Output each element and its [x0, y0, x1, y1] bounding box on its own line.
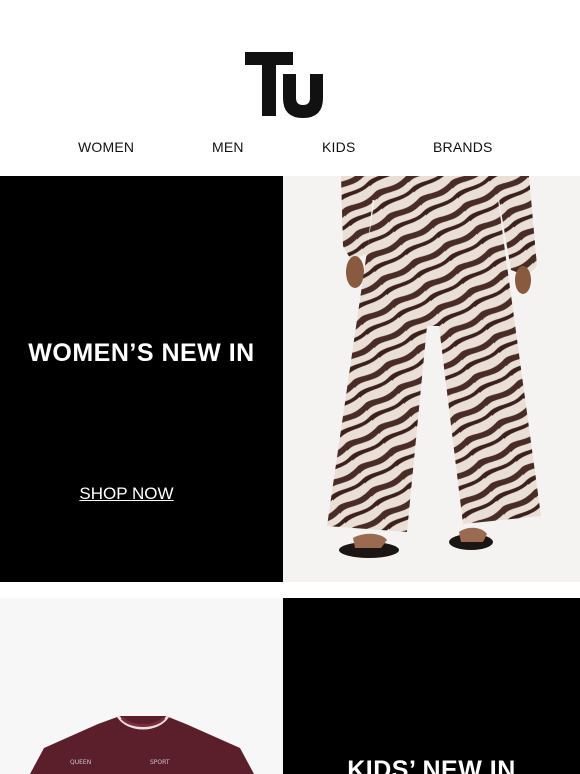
burgundy-sweatshirt-illustration: QUEEN SPORT	[0, 598, 283, 774]
svg-text:QUEEN: QUEEN	[70, 759, 91, 766]
tu-logo-mark	[245, 52, 323, 118]
nav-kids[interactable]: KIDS	[322, 139, 355, 155]
nav-women[interactable]: WOMEN	[78, 139, 134, 155]
section-spacer	[0, 582, 580, 598]
email-header: WOMEN MEN KIDS BRANDS	[0, 0, 580, 176]
womens-new-in-title: WOMEN’S NEW IN	[28, 339, 255, 367]
nav-men[interactable]: MEN	[212, 139, 244, 155]
kids-product-image[interactable]: QUEEN SPORT	[0, 598, 283, 774]
womens-new-in-panel[interactable]: WOMEN’S NEW IN SHOP NOW	[0, 176, 283, 582]
kids-new-in-title: KIDS’ NEW IN	[347, 756, 516, 774]
zebra-trousers-illustration	[283, 176, 580, 582]
womens-shop-now-link[interactable]: SHOP NOW	[0, 484, 253, 504]
tu-logo[interactable]	[245, 52, 323, 118]
main-navigation: WOMEN MEN KIDS BRANDS	[0, 139, 580, 159]
nav-brands[interactable]: BRANDS	[433, 139, 493, 155]
womens-product-image[interactable]	[283, 176, 580, 582]
svg-text:SPORT: SPORT	[150, 759, 170, 766]
kids-new-in-panel[interactable]: KIDS’ NEW IN	[283, 598, 580, 774]
